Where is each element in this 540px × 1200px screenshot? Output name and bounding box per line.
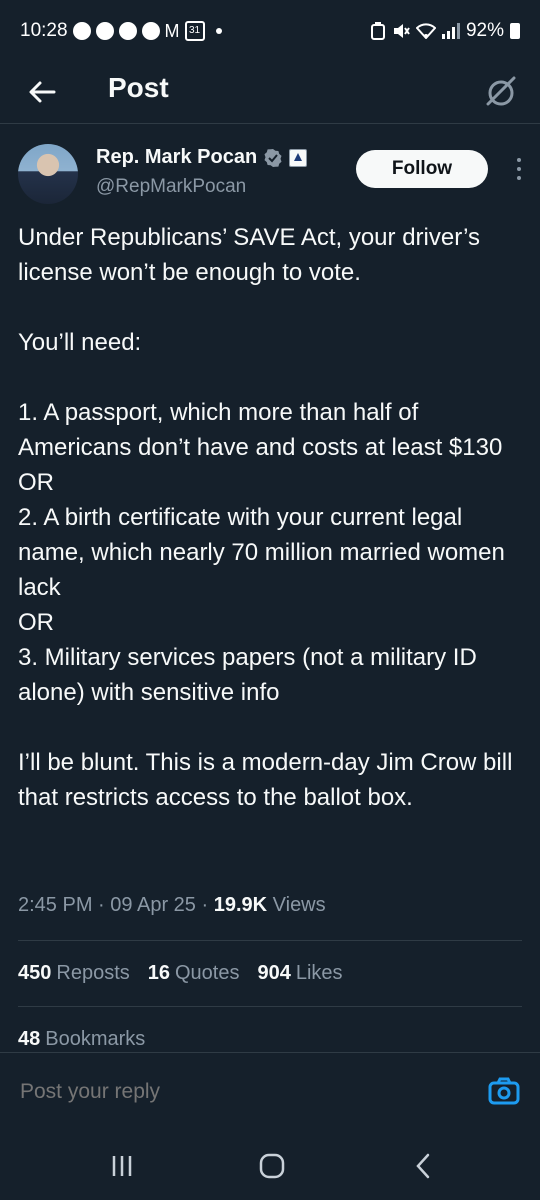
bookmarks-label: Bookmarks	[45, 1028, 146, 1050]
wifi-icon	[415, 23, 436, 39]
grok-icon[interactable]	[482, 72, 520, 110]
home-icon[interactable]	[256, 1152, 288, 1180]
likes-count: 904	[257, 962, 291, 984]
author-name[interactable]: Rep. Mark Pocan	[96, 146, 257, 169]
reply-input[interactable]	[18, 1079, 293, 1105]
likes-stat[interactable]: 904 Likes	[257, 962, 342, 985]
reposts-label: Reposts	[56, 962, 130, 984]
avatar[interactable]	[18, 144, 78, 204]
messenger-icon	[72, 22, 91, 40]
more-options-icon[interactable]	[516, 158, 522, 180]
recent-apps-icon[interactable]	[106, 1152, 138, 1180]
camera-icon[interactable]	[488, 1075, 520, 1107]
quotes-stat[interactable]: 16 Quotes	[148, 962, 240, 985]
reply-bar	[0, 1052, 540, 1133]
calendar-icon: 31	[184, 21, 205, 41]
battery-percent: 92%	[465, 20, 504, 41]
clock: 10:28	[20, 20, 68, 41]
messenger-icon	[95, 22, 114, 40]
verified-badge-icon	[264, 148, 282, 167]
gmail-icon: M	[164, 20, 180, 41]
meta-separator: ·	[201, 894, 209, 916]
reposts-count: 450	[18, 962, 52, 984]
author-name-row: Rep. Mark Pocan	[96, 146, 308, 169]
status-bar-right: 92%	[370, 20, 520, 42]
notification-dot	[215, 28, 222, 34]
top-app-bar: Post	[0, 62, 540, 124]
views-label: Views	[272, 894, 326, 916]
meta-separator: ·	[98, 894, 105, 916]
views-count[interactable]: 19.9K	[214, 894, 267, 916]
system-navigation-bar	[0, 1132, 540, 1200]
post-author: Rep. Mark Pocan @RepMarkPocan Follow	[18, 140, 522, 206]
battery-icon	[510, 23, 520, 39]
author-handle[interactable]: @RepMarkPocan	[96, 176, 246, 198]
messenger-icon	[118, 22, 137, 40]
government-affiliation-icon	[289, 148, 308, 167]
bookmarks-stat[interactable]: 48 Bookmarks	[18, 1028, 145, 1051]
divider	[18, 940, 522, 941]
signal-icon	[441, 23, 460, 39]
page-title: Post	[108, 72, 169, 103]
back-arrow-icon[interactable]	[24, 74, 60, 110]
bookmarks-count: 48	[18, 1028, 41, 1050]
likes-label: Likes	[295, 962, 343, 984]
back-nav-icon[interactable]	[408, 1152, 440, 1180]
battery-saver-icon	[370, 22, 385, 40]
post-date: 09 Apr 25	[110, 894, 196, 916]
post-time: 2:45 PM	[18, 894, 93, 916]
post-meta: 2:45 PM · 09 Apr 25 · 19.9K Views	[18, 894, 326, 917]
post-text: Under Republicans’ SAVE Act, your driver…	[18, 224, 513, 811]
divider	[18, 1006, 522, 1007]
engagement-stats: 450 Reposts 16 Quotes 904 Likes	[18, 962, 343, 985]
messenger-icon	[141, 22, 160, 40]
mute-icon	[393, 24, 410, 38]
quotes-label: Quotes	[175, 962, 240, 984]
reposts-stat[interactable]: 450 Reposts	[18, 962, 130, 985]
status-bar-left: 10:28 M 31	[20, 20, 222, 42]
quotes-count: 16	[147, 962, 170, 984]
follow-button[interactable]: Follow	[356, 150, 488, 188]
status-bar: 10:28 M 31 92%	[0, 0, 540, 62]
